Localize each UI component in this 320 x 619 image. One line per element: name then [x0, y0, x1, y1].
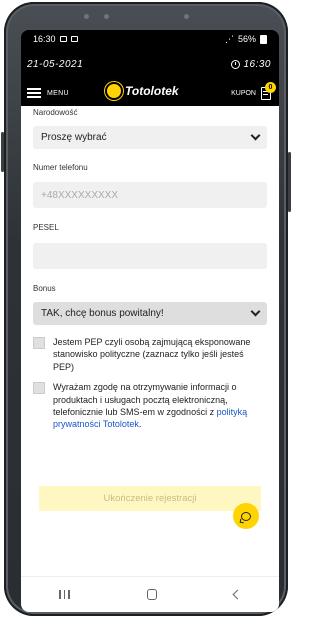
chat-icon [241, 511, 251, 521]
coupon-count-badge: 0 [265, 81, 276, 93]
menu-button[interactable]: MENU [27, 88, 69, 98]
battery-icon [260, 34, 267, 44]
notification-icon [70, 36, 78, 42]
coupon-icon: 0 [261, 81, 276, 100]
bonus-label: Bonus [33, 284, 56, 293]
logo-text: Totolotek [125, 84, 179, 98]
phone-placeholder: +48XXXXXXXXX [41, 189, 118, 201]
home-icon[interactable] [146, 589, 157, 600]
clock-icon [231, 59, 241, 69]
pep-text: Jestem PEP czyli osobą zajmującą ekspono… [53, 337, 251, 372]
phone-screen: 16:30 ⋰ 56% 21-05-2021 16:30 MENU Totolo… [21, 30, 279, 612]
bonus-value: TAK, chcę bonus powitalny! [41, 308, 164, 319]
clock-display: 16:30 [231, 59, 271, 70]
hamburger-icon [27, 88, 41, 98]
phone-input[interactable]: +48XXXXXXXXX [33, 182, 267, 208]
consent-text: Wyrażam zgodę na otrzymywanie informacji… [53, 382, 237, 418]
gallery-icon [59, 36, 67, 42]
back-icon[interactable] [232, 589, 243, 600]
current-date: 21-05-2021 [27, 58, 84, 70]
pep-checkbox-row: Jestem PEP czyli osobą zajmującą ekspono… [33, 336, 267, 373]
phone-frame: 16:30 ⋰ 56% 21-05-2021 16:30 MENU Totolo… [1, 2, 291, 616]
phone-speaker [54, 12, 234, 22]
app-header: MENU Totolotek KUPON 0 [21, 80, 279, 106]
pesel-input[interactable] [33, 243, 267, 269]
logo-sun-icon [107, 84, 121, 98]
totolotek-logo[interactable]: Totolotek [107, 84, 179, 98]
nationality-label: Narodowość [33, 108, 78, 117]
nationality-value: Proszę wybrać [41, 132, 107, 143]
consent-text-block: Wyrażam zgodę na otrzymywanie informacji… [53, 381, 267, 431]
coupon-button[interactable]: KUPON 0 [231, 81, 276, 100]
consent-checkbox-row: Wyrażam zgodę na otrzymywanie informacji… [33, 381, 267, 431]
submit-label: Ukończenie rejestracji [103, 493, 197, 504]
android-nav-bar [21, 576, 279, 612]
pep-checkbox[interactable] [33, 337, 45, 349]
bonus-select[interactable]: TAK, chcę bonus powitalny! [33, 302, 267, 325]
recent-apps-icon[interactable] [59, 590, 70, 599]
chat-button[interactable] [233, 503, 259, 529]
chevron-down-icon [250, 306, 261, 317]
signal-icon: ⋰ [224, 33, 234, 44]
coupon-label: KUPON [231, 89, 256, 97]
volume-button [288, 152, 291, 212]
consent-checkbox[interactable] [33, 382, 45, 395]
date-bar: 21-05-2021 16:30 [21, 48, 279, 80]
power-button [1, 132, 4, 172]
complete-registration-button[interactable]: Ukończenie rejestracji [39, 486, 261, 511]
status-bar: 16:30 ⋰ 56% [21, 30, 279, 48]
pesel-label: PESEL [33, 223, 59, 232]
consent-end: . [138, 419, 142, 430]
chevron-down-icon [250, 130, 261, 141]
nationality-select[interactable]: Proszę wybrać [33, 126, 267, 149]
battery-percent: 56% [237, 34, 256, 44]
clock-time: 16:30 [243, 58, 271, 70]
registration-form: Narodowość Proszę wybrać Numer telefonu … [21, 106, 279, 576]
status-time: 16:30 [33, 34, 56, 44]
menu-label: MENU [47, 89, 69, 97]
phone-label: Numer telefonu [33, 163, 88, 172]
